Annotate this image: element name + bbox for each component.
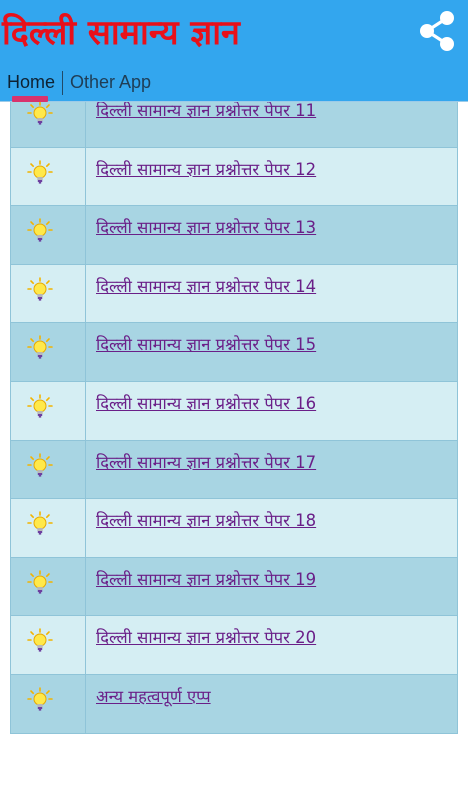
tab-home[interactable]: Home <box>0 64 62 102</box>
other-apps-link[interactable]: अन्य महत्वपूर्ण एप्प <box>96 687 211 706</box>
tab-bar: Home Other App <box>0 64 158 102</box>
list-item[interactable]: दिल्ली सामान्य ज्ञान प्रश्नोत्तर पेपर 15 <box>11 323 457 382</box>
lightbulb-icon <box>11 440 86 499</box>
list-item[interactable]: दिल्ली सामान्य ज्ञान प्रश्नोत्तर पेपर 13 <box>11 206 457 265</box>
tab-other-app[interactable]: Other App <box>63 64 158 102</box>
paper-link[interactable]: दिल्ली सामान्य ज्ञान प्रश्नोत्तर पेपर 19 <box>96 570 316 589</box>
paper-link[interactable]: दिल्ली सामान्य ज्ञान प्रश्नोत्तर पेपर 20 <box>96 628 316 647</box>
share-icon <box>420 11 454 51</box>
paper-link[interactable]: दिल्ली सामान्य ज्ञान प्रश्नोत्तर पेपर 17 <box>96 453 316 472</box>
paper-link[interactable]: दिल्ली सामान्य ज्ञान प्रश्नोत्तर पेपर 14 <box>96 277 316 296</box>
list-item[interactable]: दिल्ली सामान्य ज्ञान प्रश्नोत्तर पेपर 18 <box>11 499 457 558</box>
lightbulb-icon <box>11 674 86 733</box>
paper-link[interactable]: दिल्ली सामान्य ज्ञान प्रश्नोत्तर पेपर 15 <box>96 335 316 354</box>
list-item[interactable]: अन्य महत्वपूर्ण एप्प <box>11 674 457 734</box>
paper-link[interactable]: दिल्ली सामान्य ज्ञान प्रश्नोत्तर पेपर 16 <box>96 394 316 413</box>
app-title: दिल्ली सामान्य ज्ञान <box>2 13 240 53</box>
list-item[interactable]: दिल्ली सामान्य ज्ञान प्रश्नोत्तर पेपर 17 <box>11 440 457 500</box>
paper-link[interactable]: दिल्ली सामान्य ज्ञान प्रश्नोत्तर पेपर 11 <box>96 101 316 120</box>
list-item[interactable]: दिल्ली सामान्य ज्ञान प्रश्नोत्तर पेपर 19 <box>11 557 457 617</box>
list-item[interactable]: दिल्ली सामान्य ज्ञान प्रश्नोत्तर पेपर 12 <box>11 147 457 207</box>
lightbulb-icon <box>11 499 86 557</box>
app-bar: दिल्ली सामान्य ज्ञान Home Other App <box>0 0 468 102</box>
lightbulb-icon <box>11 557 86 616</box>
lightbulb-icon <box>11 616 86 674</box>
paper-list: दिल्ली सामान्य ज्ञान प्रश्नोत्तर पेपर 11… <box>10 89 458 734</box>
paper-link[interactable]: दिल्ली सामान्य ज्ञान प्रश्नोत्तर पेपर 12 <box>96 160 316 179</box>
paper-link[interactable]: दिल्ली सामान्य ज्ञान प्रश्नोत्तर पेपर 13 <box>96 218 316 237</box>
paper-link[interactable]: दिल्ली सामान्य ज्ञान प्रश्नोत्तर पेपर 18 <box>96 511 316 530</box>
lightbulb-icon <box>11 323 86 381</box>
lightbulb-icon <box>11 206 86 264</box>
lightbulb-icon <box>11 147 86 206</box>
list-item[interactable]: दिल्ली सामान्य ज्ञान प्रश्नोत्तर पेपर 16 <box>11 381 457 441</box>
list-item[interactable]: दिल्ली सामान्य ज्ञान प्रश्नोत्तर पेपर 14 <box>11 264 457 324</box>
share-button[interactable] <box>412 6 462 56</box>
lightbulb-icon <box>11 264 86 323</box>
lightbulb-icon <box>11 381 86 440</box>
list-item[interactable]: दिल्ली सामान्य ज्ञान प्रश्नोत्तर पेपर 20 <box>11 616 457 675</box>
